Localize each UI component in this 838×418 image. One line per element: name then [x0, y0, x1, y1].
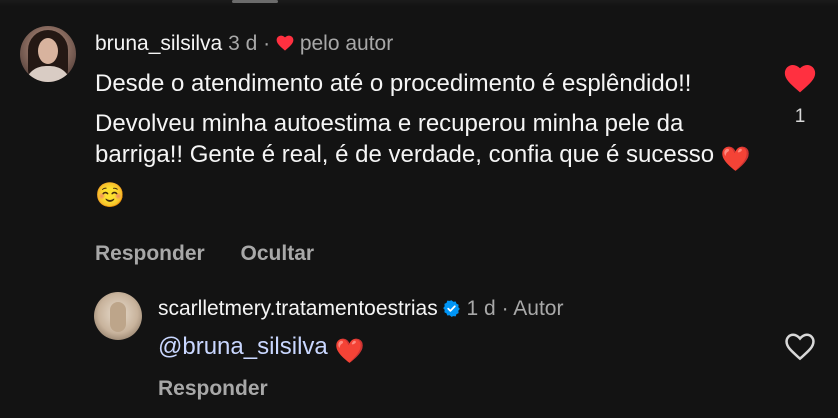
reply-author-label: Autor [513, 297, 564, 320]
reply-time: 1 d [466, 297, 496, 320]
reply-meta-separator: · [501, 297, 509, 320]
avatar[interactable] [20, 26, 76, 82]
liked-by-author-heart-icon [276, 35, 294, 51]
red-heart-emoji: ❤️ [334, 338, 365, 365]
comment-paragraph-1: Desde o atendimento até o procedimento é… [95, 70, 692, 97]
avatar-face [38, 38, 58, 64]
reply-like [780, 332, 820, 366]
mention-link[interactable]: @bruna_silsilva [158, 333, 328, 360]
hide-button[interactable]: Ocultar [241, 242, 315, 265]
meta-separator: · [263, 32, 271, 55]
heart-outline-icon[interactable] [784, 332, 816, 361]
heart-filled-icon[interactable] [784, 64, 816, 93]
reply-button[interactable]: Responder [95, 242, 205, 265]
like-count[interactable]: 1 [780, 106, 820, 128]
reply-actions: Responder [158, 377, 268, 401]
comment-username[interactable]: bruna_silsilva [95, 32, 222, 55]
comment-meta: bruna_silsilva 3 d · pelo autor [95, 32, 393, 56]
comment-paragraph-2-text: Devolveu minha autoestima e recuperou mi… [95, 110, 715, 168]
comment-like: 1 [780, 64, 820, 128]
previous-item-edge [0, 0, 838, 6]
reply-username[interactable]: scarlletmery.tratamentoestrias [158, 297, 438, 320]
previous-item-fragment [232, 0, 278, 3]
liked-by-author-label: pelo autor [299, 32, 394, 55]
comment-actions: Responder Ocultar [95, 242, 344, 266]
reply-avatar[interactable] [94, 292, 142, 340]
smiling-face-emoji: ☺️ [95, 182, 125, 209]
comment-body: Desde o atendimento até o procedimento é… [95, 68, 755, 220]
reply-meta: scarlletmery.tratamentoestrias 1 d · Aut… [158, 297, 563, 321]
comment-paragraph-2: Devolveu minha autoestima e recuperou mi… [95, 108, 755, 211]
reply-reply-button[interactable]: Responder [158, 377, 268, 400]
comment-time: 3 d [228, 32, 258, 55]
reply-avatar-figure [110, 302, 126, 332]
red-heart-emoji: ❤️ [720, 146, 751, 173]
comment-thread: bruna_silsilva 3 d · pelo autor Desde o … [0, 0, 838, 418]
reply-body: @bruna_silsilva ❤️ [158, 332, 364, 367]
verified-badge-icon [442, 300, 460, 317]
